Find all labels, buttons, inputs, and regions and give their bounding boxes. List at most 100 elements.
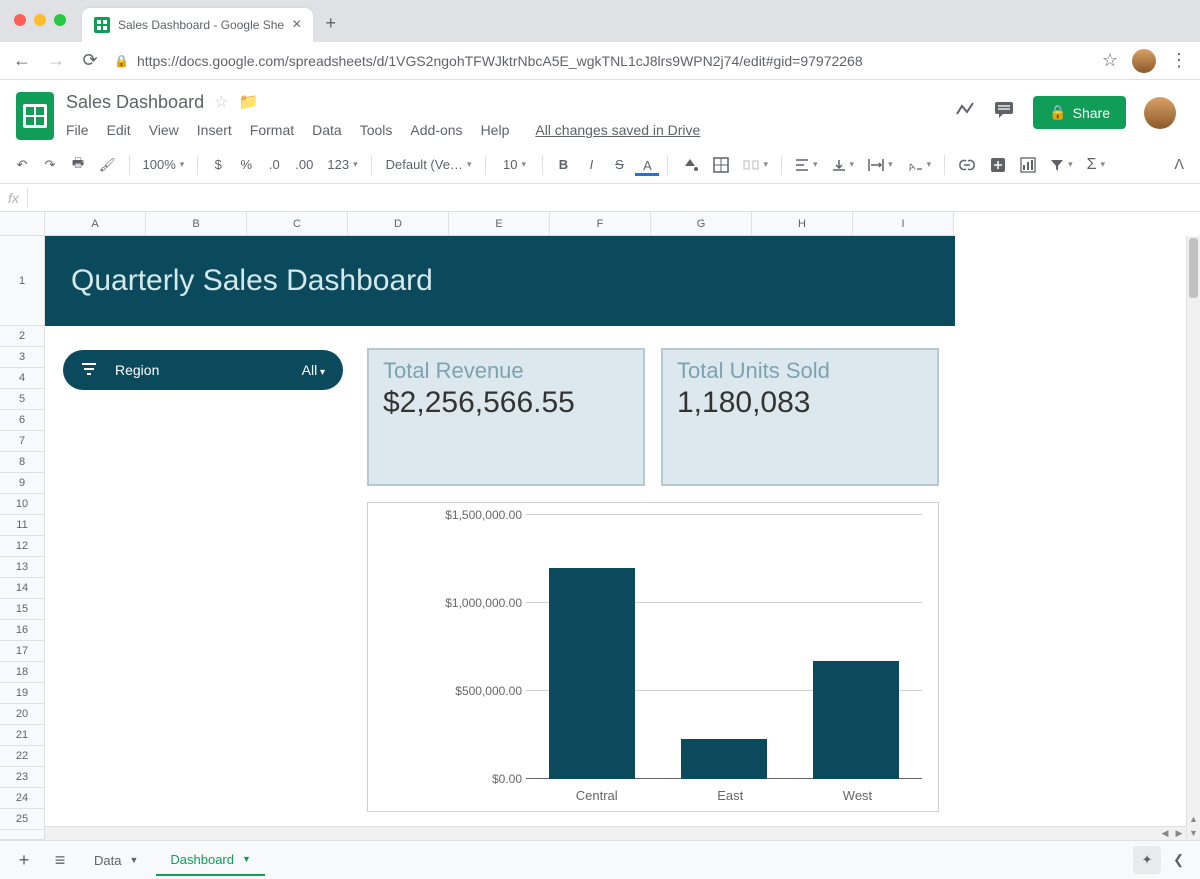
functions-button[interactable]: Σ <box>1082 152 1110 178</box>
col-header[interactable]: G <box>651 212 752 235</box>
horizontal-scrollbar[interactable]: ◀ ▶ <box>45 826 1186 840</box>
row-header[interactable]: 10 <box>0 494 44 515</box>
row-header[interactable]: 17 <box>0 641 44 662</box>
document-title[interactable]: Sales Dashboard <box>66 92 204 113</box>
menu-insert[interactable]: Insert <box>197 122 232 138</box>
redo-button[interactable]: ↷ <box>38 153 62 177</box>
col-header[interactable]: E <box>449 212 550 235</box>
row-header[interactable]: 15 <box>0 599 44 620</box>
reload-button[interactable]: ⟳ <box>80 50 100 71</box>
save-status[interactable]: All changes saved in Drive <box>535 122 700 138</box>
row-header[interactable]: 24 <box>0 788 44 809</box>
format-percent-button[interactable]: % <box>234 153 258 176</box>
scroll-up-icon[interactable]: ▲ <box>1187 812 1200 826</box>
format-currency-button[interactable]: $ <box>206 153 230 176</box>
forward-button[interactable]: → <box>46 50 66 71</box>
bookmark-star-icon[interactable]: ☆ <box>1102 50 1118 71</box>
row-header[interactable]: 21 <box>0 725 44 746</box>
fill-color-button[interactable] <box>676 152 704 178</box>
minimize-window-button[interactable] <box>34 14 46 26</box>
revenue-bar-chart[interactable]: $0.00$500,000.00$1,000,000.00$1,500,000.… <box>367 502 939 812</box>
text-color-button[interactable]: A <box>635 154 659 176</box>
select-all-corner[interactable] <box>0 212 45 236</box>
chevron-down-icon[interactable]: ▼ <box>242 854 251 864</box>
col-header[interactable]: F <box>550 212 651 235</box>
col-header[interactable]: I <box>853 212 954 235</box>
add-sheet-button[interactable]: + <box>8 844 40 876</box>
back-button[interactable]: ← <box>12 50 32 71</box>
font-size-select[interactable]: 10 <box>494 153 534 176</box>
row-header[interactable]: 12 <box>0 536 44 557</box>
row-header[interactable]: 14 <box>0 578 44 599</box>
vertical-align-button[interactable] <box>827 154 860 176</box>
activity-icon[interactable] <box>955 100 975 126</box>
maximize-window-button[interactable] <box>54 14 66 26</box>
move-folder-icon[interactable]: 📁 <box>238 92 258 112</box>
vertical-scrollbar[interactable]: ▲ ▼ <box>1186 236 1200 840</box>
star-document-icon[interactable]: ☆ <box>214 92 228 112</box>
row-header[interactable]: 25 <box>0 809 44 830</box>
row-header[interactable]: 8 <box>0 452 44 473</box>
paint-format-button[interactable]: 🖌 <box>94 153 121 177</box>
menu-addons[interactable]: Add-ons <box>410 122 462 138</box>
font-select[interactable]: Default (Ve… <box>380 152 478 177</box>
bold-button[interactable]: B <box>551 153 575 176</box>
row-header[interactable]: 6 <box>0 410 44 431</box>
row-header[interactable]: 4 <box>0 368 44 389</box>
side-panel-toggle[interactable]: ❮ <box>1173 852 1184 868</box>
row-header[interactable] <box>0 830 44 840</box>
row-header[interactable]: 13 <box>0 557 44 578</box>
menu-file[interactable]: File <box>66 122 89 138</box>
col-header[interactable]: B <box>146 212 247 235</box>
merge-cells-button[interactable] <box>738 153 773 177</box>
scroll-right-icon[interactable]: ▶ <box>1172 827 1186 840</box>
menu-data[interactable]: Data <box>312 122 342 138</box>
horizontal-align-button[interactable] <box>790 154 823 176</box>
row-header[interactable]: 5 <box>0 389 44 410</box>
row-header[interactable]: 20 <box>0 704 44 725</box>
row-header[interactable]: 19 <box>0 683 44 704</box>
chevron-down-icon[interactable]: ▼ <box>129 855 138 865</box>
col-header[interactable]: D <box>348 212 449 235</box>
text-wrap-button[interactable] <box>863 154 898 176</box>
spreadsheet-grid[interactable]: 1234567891011121314151617181920212223242… <box>0 236 1200 840</box>
row-header[interactable]: 18 <box>0 662 44 683</box>
decrease-decimal-button[interactable]: .0 <box>262 153 286 176</box>
explore-button[interactable]: ✦ <box>1133 846 1161 874</box>
col-header[interactable]: H <box>752 212 853 235</box>
new-tab-button[interactable]: + <box>325 13 336 34</box>
row-header[interactable]: 23 <box>0 767 44 788</box>
row-header[interactable]: 3 <box>0 347 44 368</box>
row-header[interactable]: 1 <box>0 236 44 326</box>
close-window-button[interactable] <box>14 14 26 26</box>
undo-button[interactable]: ↶ <box>10 153 34 177</box>
row-header[interactable]: 22 <box>0 746 44 767</box>
row-header[interactable]: 7 <box>0 431 44 452</box>
menu-tools[interactable]: Tools <box>360 122 393 138</box>
text-rotation-button[interactable]: A <box>902 154 937 176</box>
col-header[interactable]: C <box>247 212 348 235</box>
strikethrough-button[interactable]: S <box>607 153 631 176</box>
increase-decimal-button[interactable]: .00 <box>290 153 318 176</box>
sheets-logo[interactable] <box>16 92 54 140</box>
menu-view[interactable]: View <box>149 122 179 138</box>
all-sheets-button[interactable]: ≡ <box>44 844 76 876</box>
scroll-down-icon[interactable]: ▼ <box>1187 826 1200 840</box>
comments-icon[interactable] <box>993 99 1015 127</box>
profile-avatar[interactable] <box>1132 49 1156 73</box>
more-formats-button[interactable]: 123 <box>322 153 362 176</box>
row-header[interactable]: 16 <box>0 620 44 641</box>
insert-chart-button[interactable] <box>1015 153 1041 177</box>
print-button[interactable]: 🖶 <box>66 150 90 180</box>
borders-button[interactable] <box>708 153 734 177</box>
sheet-tab-dashboard[interactable]: Dashboard ▼ <box>156 844 265 876</box>
formula-input[interactable] <box>27 188 1192 208</box>
insert-link-button[interactable] <box>953 155 981 175</box>
region-filter[interactable]: Region All <box>63 350 343 390</box>
filter-button[interactable] <box>1045 154 1078 176</box>
menu-format[interactable]: Format <box>250 122 294 138</box>
sheet-canvas[interactable]: Quarterly Sales Dashboard Region All Tot… <box>45 236 1200 840</box>
row-header[interactable]: 9 <box>0 473 44 494</box>
menu-help[interactable]: Help <box>481 122 510 138</box>
row-header[interactable]: 2 <box>0 326 44 347</box>
